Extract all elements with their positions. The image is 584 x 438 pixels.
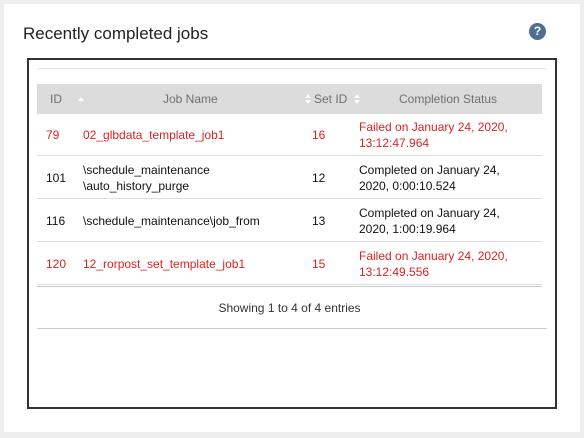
cell-completion-status: Failed on January 24, 2020, 13:12:49.556 xyxy=(359,243,539,285)
cell-completion-status: Completed on January 24, 2020, 1:00:19.9… xyxy=(359,200,539,242)
cell-set-id: 12 xyxy=(312,171,326,185)
status-line: Completed on January 24, xyxy=(359,206,500,220)
table-row: 101 \schedule_maintenance \auto_history_… xyxy=(37,157,542,199)
jobs-table-frame: ID Job Name Set ID Completion Status 79 … xyxy=(27,58,557,409)
table-row: 79 02_glbdata_template_job1 16 Failed on… xyxy=(37,114,542,156)
footer-divider xyxy=(37,328,547,329)
cell-completion-status: Completed on January 24, 2020, 0:00:10.5… xyxy=(359,157,539,199)
table-info: Showing 1 to 4 of 4 entries xyxy=(218,301,361,315)
recent-jobs-panel: Recently completed jobs ? ID Job Name Se… xyxy=(4,4,580,432)
column-header-job-name[interactable]: Job Name xyxy=(163,84,218,114)
table-header: ID Job Name Set ID Completion Status xyxy=(37,84,542,114)
job-name-line: \schedule_maintenance xyxy=(83,163,210,177)
table-row: 116 \schedule_maintenance\job_from 13 Co… xyxy=(37,200,542,242)
sort-down-icon xyxy=(305,100,311,104)
panel-title: Recently completed jobs xyxy=(23,24,209,43)
cell-set-id: 13 xyxy=(312,214,326,228)
table-bottom-divider xyxy=(37,286,542,287)
sort-down-icon xyxy=(354,100,360,104)
column-header-completion-status[interactable]: Completion Status xyxy=(399,84,497,114)
top-divider xyxy=(37,68,547,69)
job-name-line: 02_glbdata_template_job1 xyxy=(83,128,225,142)
cell-job-name: \schedule_maintenance \auto_history_purg… xyxy=(83,157,293,199)
status-line: 2020, 0:00:10.524 xyxy=(359,179,456,193)
job-name-line: \auto_history_purge xyxy=(83,179,190,193)
sort-ascending-icon xyxy=(78,97,84,101)
status-line: 2020, 1:00:19.964 xyxy=(359,222,456,236)
cell-id: 101 xyxy=(46,171,67,185)
status-line: Failed on January 24, 2020, xyxy=(359,249,508,263)
status-line: 13:12:47.964 xyxy=(359,136,430,150)
cell-completion-status: Failed on January 24, 2020, 13:12:47.964 xyxy=(359,114,539,156)
table-row: 120 12_rorpost_set_template_job1 15 Fail… xyxy=(37,243,542,285)
cell-set-id: 16 xyxy=(312,128,326,142)
help-icon[interactable]: ? xyxy=(529,23,546,40)
job-name-line: 12_rorpost_set_template_job1 xyxy=(83,257,246,271)
column-header-set-id[interactable]: Set ID xyxy=(314,84,347,114)
sort-up-icon xyxy=(305,94,311,98)
cell-job-name: \schedule_maintenance\job_from xyxy=(83,200,293,242)
cell-id: 79 xyxy=(46,128,60,142)
cell-job-name: 02_glbdata_template_job1 xyxy=(83,114,293,156)
cell-job-name: 12_rorpost_set_template_job1 xyxy=(83,243,293,285)
sort-up-icon xyxy=(354,94,360,98)
cell-id: 120 xyxy=(46,257,67,271)
cell-set-id: 15 xyxy=(312,257,326,271)
column-header-id[interactable]: ID xyxy=(50,84,62,114)
job-name-line: \schedule_maintenance\job_from xyxy=(83,214,260,228)
status-line: Failed on January 24, 2020, xyxy=(359,120,508,134)
cell-id: 116 xyxy=(46,214,66,228)
status-line: Completed on January 24, xyxy=(359,163,500,177)
status-line: 13:12:49.556 xyxy=(359,265,430,279)
